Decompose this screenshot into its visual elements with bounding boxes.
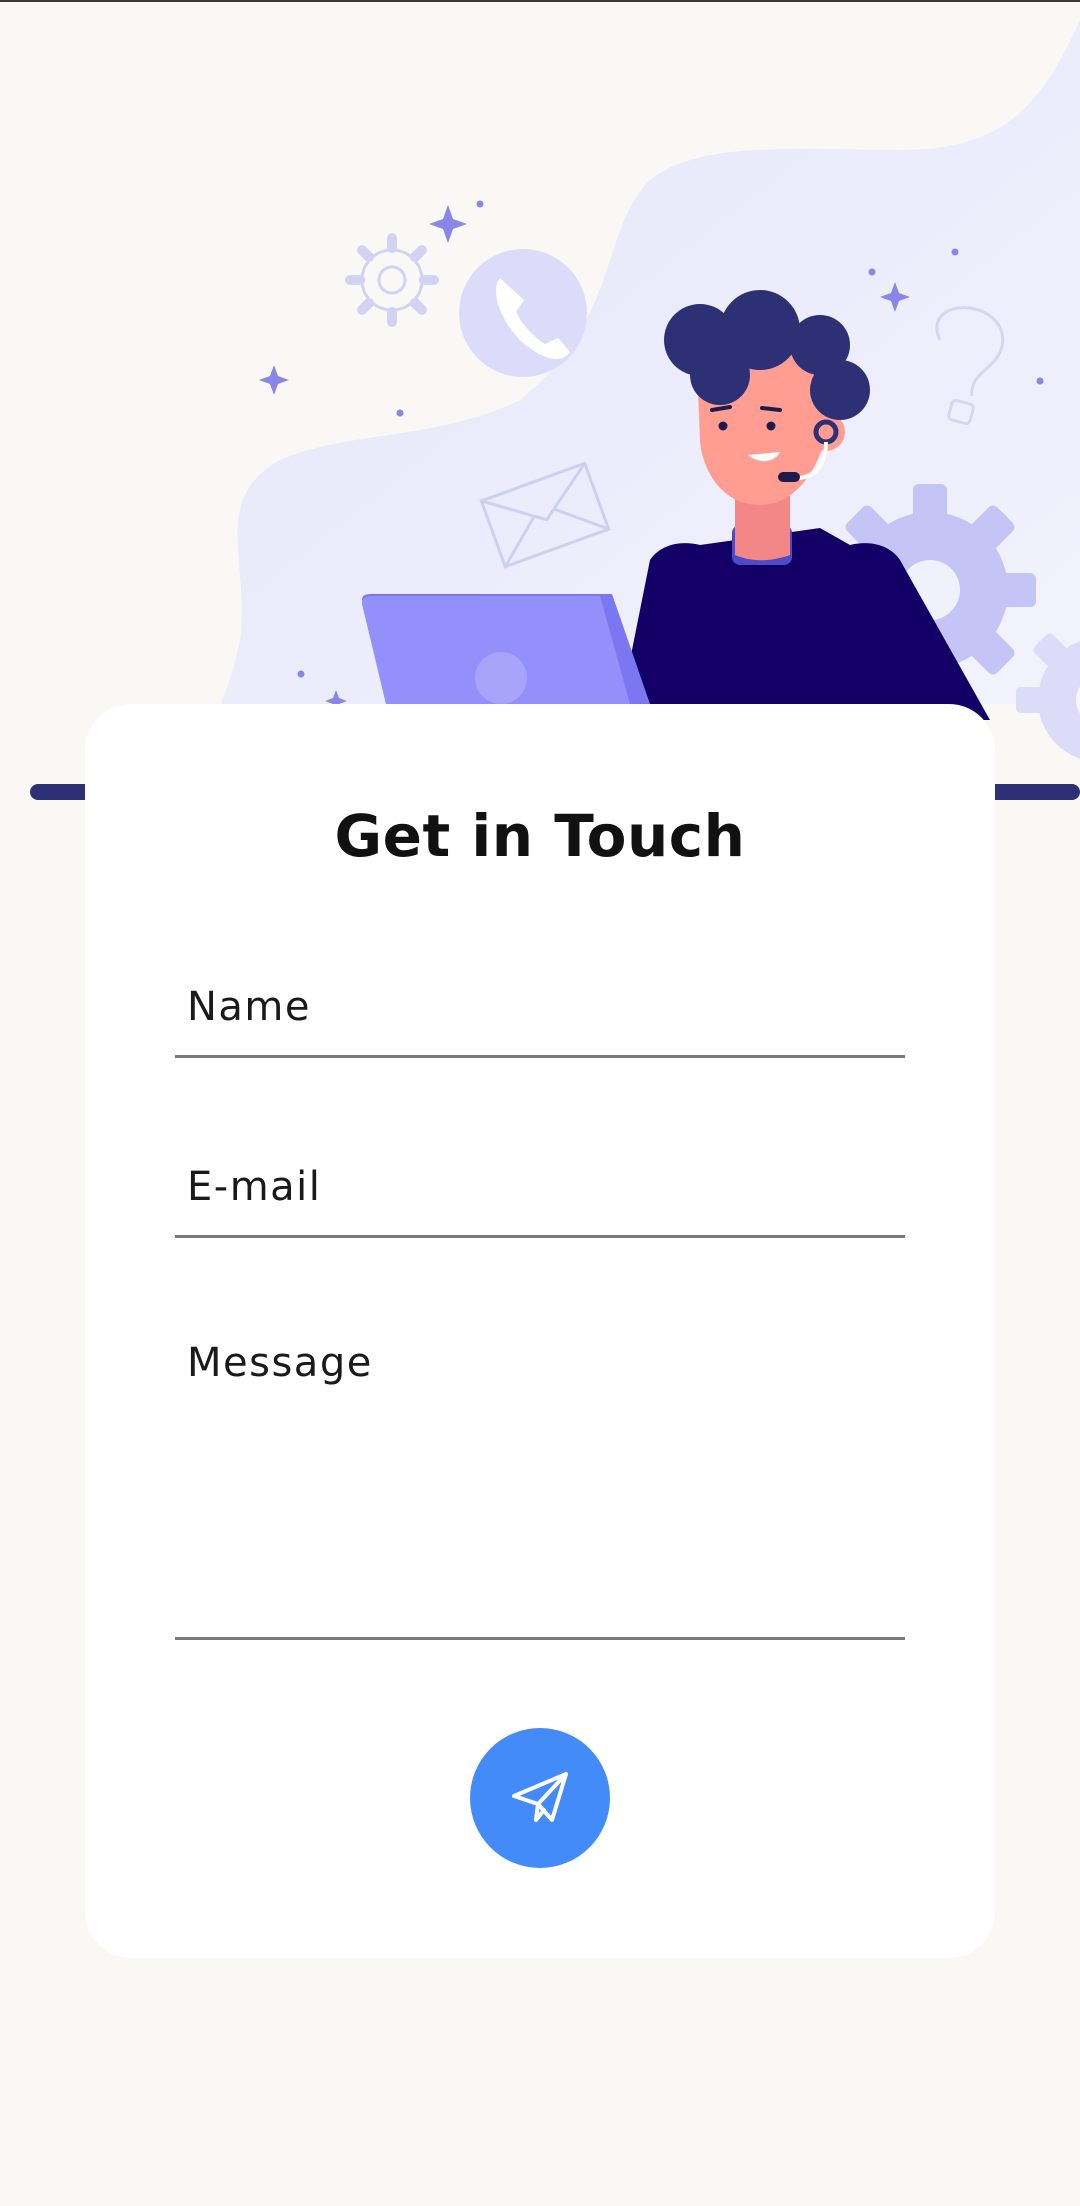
contact-card: Get in Touch Name E-mail Message: [85, 704, 995, 1958]
email-field[interactable]: E-mail: [175, 1124, 905, 1238]
page-title: Get in Touch: [334, 802, 746, 870]
support-illustration: [30, 20, 1080, 800]
phone-icon: [459, 249, 587, 377]
send-button[interactable]: [470, 1728, 610, 1868]
message-field[interactable]: Message: [175, 1304, 905, 1640]
laptop-icon: [362, 594, 650, 704]
email-placeholder: E-mail: [187, 1164, 322, 1210]
message-placeholder: Message: [187, 1340, 373, 1386]
gear-outline-icon: [345, 233, 439, 327]
paper-plane-icon: [512, 1772, 568, 1822]
name-field[interactable]: Name: [175, 944, 905, 1058]
name-placeholder: Name: [187, 984, 312, 1030]
